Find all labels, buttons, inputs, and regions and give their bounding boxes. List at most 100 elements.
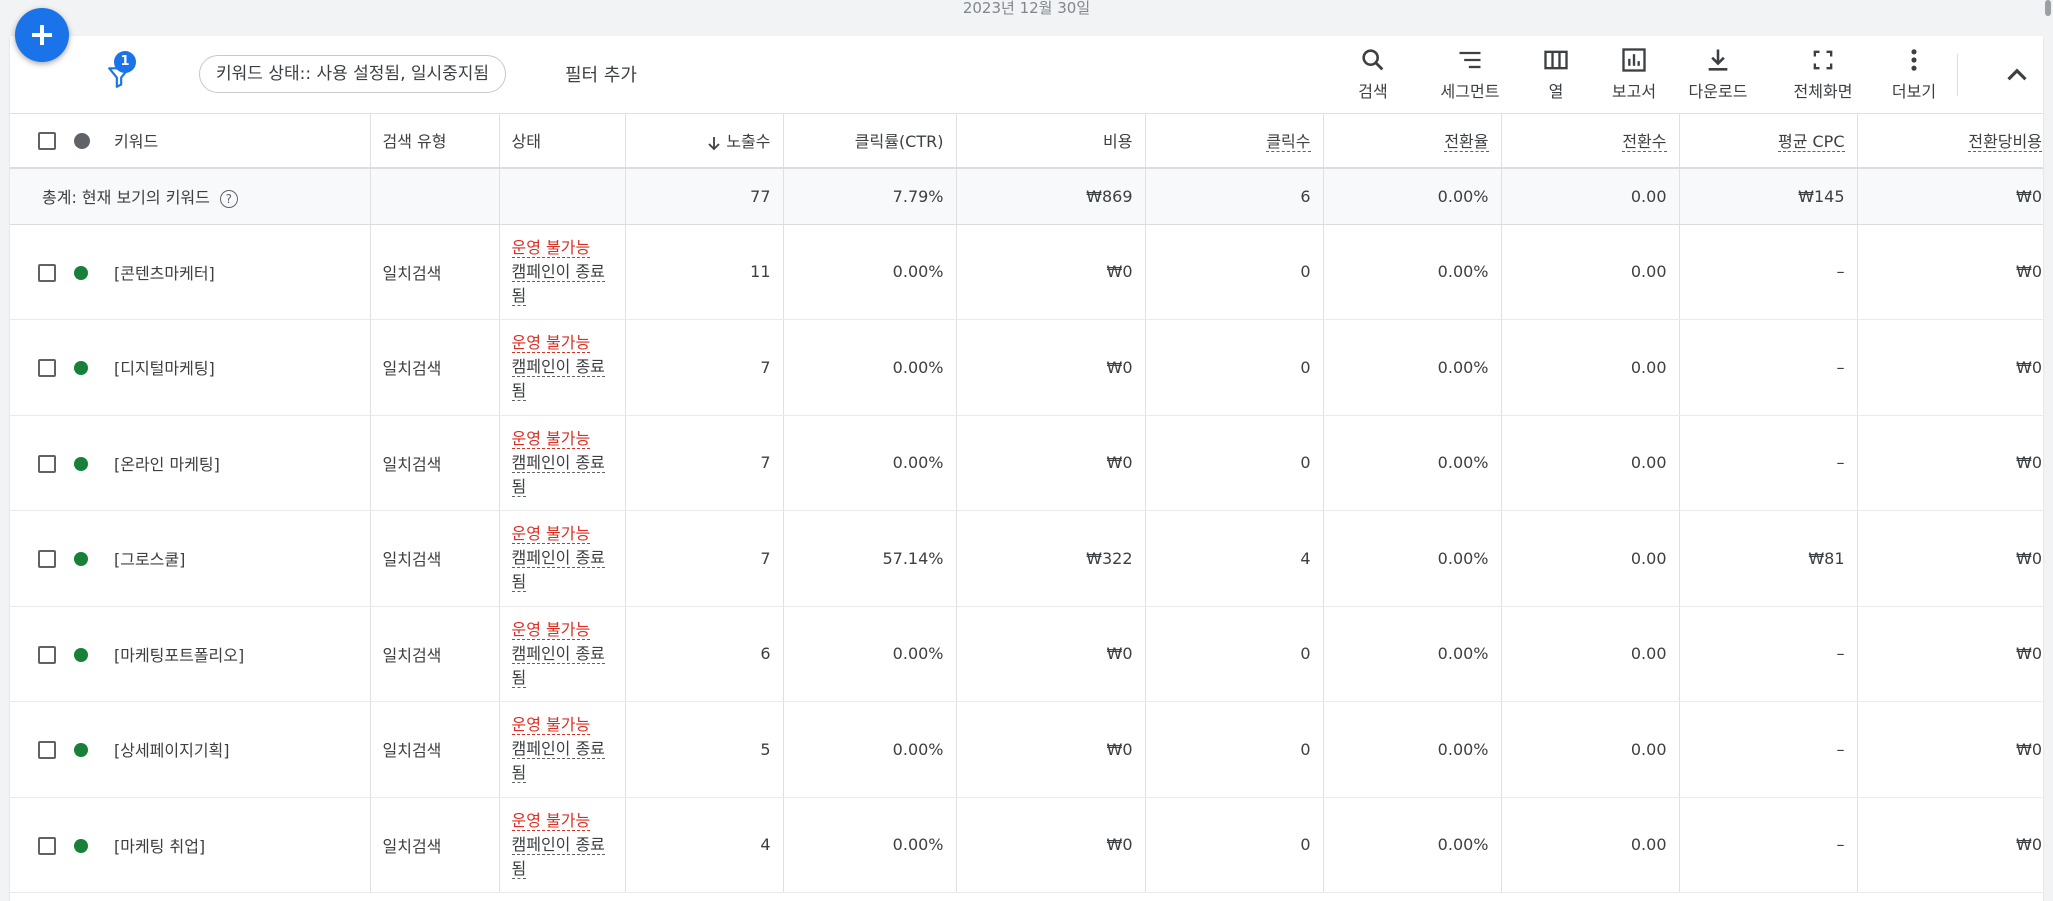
clicks-cell: 0 xyxy=(1145,319,1324,416)
status-detail[interactable]: 캠페인이 종료됨 xyxy=(511,643,605,688)
row-checkbox[interactable] xyxy=(38,645,56,664)
status-text[interactable]: 운영 불가능 xyxy=(511,333,591,354)
conversions-cell: 0.00 xyxy=(1501,415,1680,511)
segment-icon xyxy=(1459,51,1481,69)
collapse-button[interactable] xyxy=(2000,58,2034,92)
col-impressions[interactable]: 노출수 xyxy=(625,113,784,169)
conversions-cell: 0.00 xyxy=(1501,797,1680,893)
help-icon[interactable]: ? xyxy=(219,189,238,208)
status-detail[interactable]: 캠페인이 종료됨 xyxy=(511,548,605,593)
columns-button[interactable]: 열 xyxy=(1536,46,1576,102)
table-row[interactable]: [디지털마케팅] 일치검색 운영 불가능 캠페인이 종료됨 7 0.00% ₩0 0 0.00%… xyxy=(10,319,2043,416)
fullscreen-button[interactable]: 전체화면 xyxy=(1780,46,1866,102)
status-cell[interactable]: 운영 불가능캠페인이 종료됨 xyxy=(499,606,626,702)
keyword-cell[interactable]: [마케팅포트폴리오] xyxy=(102,606,371,702)
row-checkbox[interactable] xyxy=(38,836,56,855)
row-checkbox[interactable] xyxy=(38,263,56,282)
table-row[interactable]: [마케팅포트폴리오] 일치검색 운영 불가능 캠페인이 종료됨 6 0.00% ₩0 0 0.0… xyxy=(10,606,2043,702)
col-conversions[interactable]: 전환수 xyxy=(1501,113,1680,169)
keyword-cell[interactable]: [디지털마케팅] xyxy=(102,319,371,416)
col-conv-rate[interactable]: 전환율 xyxy=(1323,113,1502,169)
table-row[interactable]: [콘텐츠마케터] 일치검색 운영 불가능 캠페인이 종료됨 11 0.00% ₩0 0 0.00… xyxy=(10,224,2043,320)
status-cell[interactable]: 운영 불가능캠페인이 종료됨 xyxy=(499,415,626,511)
avg-cpc-cell: – xyxy=(1679,797,1858,893)
columns-label: 열 xyxy=(1548,82,1564,101)
table-row[interactable]: [상세페이지기획] 일치검색 운영 불가능 캠페인이 종료됨 5 0.00% ₩0 0 0.00… xyxy=(10,701,2043,798)
table-toolbar: 1 키워드 상태:: 사용 설정됨, 일시중지됨 필터 추가 검색 세그먼트 열… xyxy=(10,36,2043,114)
row-select-cell xyxy=(10,606,60,702)
select-all-checkbox[interactable] xyxy=(38,131,56,150)
table-row[interactable]: [마케팅 취업] 일치검색 운영 불가능 캠페인이 종료됨 4 0.00% ₩0 0 0.00%… xyxy=(10,797,2043,893)
page-scrollbar[interactable] xyxy=(2043,0,2053,901)
keyword-cell[interactable]: [온라인 마케팅] xyxy=(102,415,371,511)
status-text[interactable]: 운영 불가능 xyxy=(511,237,591,258)
keyword-cell[interactable]: [그로스쿨] xyxy=(102,510,371,607)
ctr-cell: 0.00% xyxy=(783,701,957,798)
cost-cell: ₩0 xyxy=(956,224,1146,320)
create-button[interactable] xyxy=(15,8,69,62)
col-status[interactable]: 상태 xyxy=(499,113,626,169)
col-keyword[interactable]: 키워드 xyxy=(102,113,371,169)
cost-per-conv-cell: ₩0 xyxy=(1857,415,2043,511)
status-detail[interactable]: 캠페인이 종료됨 xyxy=(511,261,605,306)
row-status-dot-cell xyxy=(60,224,102,320)
status-text[interactable]: 운영 불가능 xyxy=(511,524,591,545)
summary-row: 총계: 현재 보기의 키워드? 77 7.79% ₩869 6 0.00% 0.… xyxy=(10,168,2043,225)
col-clicks[interactable]: 클릭수 xyxy=(1145,113,1324,169)
report-label: 보고서 xyxy=(1611,82,1657,101)
col-ctr[interactable]: 클릭률(CTR) xyxy=(783,113,957,169)
status-text[interactable]: 운영 불가능 xyxy=(511,428,591,449)
col-match-type[interactable]: 검색 유형 xyxy=(370,113,500,169)
keyword-cell[interactable]: [마케팅 취업] xyxy=(102,797,371,893)
col-cost[interactable]: 비용 xyxy=(956,113,1146,169)
col-cost-per-conv[interactable]: 전환당비용 xyxy=(1857,113,2043,169)
status-detail[interactable]: 캠페인이 종료됨 xyxy=(511,739,605,784)
fullscreen-label: 전체화면 xyxy=(1793,82,1853,101)
status-text[interactable]: 운영 불가능 xyxy=(511,619,591,640)
summary-impressions: 77 xyxy=(625,168,784,225)
segment-button[interactable]: 세그먼트 xyxy=(1430,46,1510,102)
cost-per-conv-cell: ₩0 xyxy=(1857,319,2043,416)
row-select-cell xyxy=(10,319,60,416)
keyword-cell[interactable]: [콘텐츠마케터] xyxy=(102,224,371,320)
status-text[interactable]: 운영 불가능 xyxy=(511,715,591,736)
row-select-cell xyxy=(10,701,60,798)
status-cell[interactable]: 운영 불가능캠페인이 종료됨 xyxy=(499,797,626,893)
conv-rate-cell: 0.00% xyxy=(1323,319,1502,416)
status-cell[interactable]: 운영 불가능캠페인이 종료됨 xyxy=(499,701,626,798)
table-row[interactable]: [그로스쿨] 일치검색 운영 불가능 캠페인이 종료됨 7 57.14% ₩322 4 0.00… xyxy=(10,510,2043,607)
status-detail[interactable]: 캠페인이 종료됨 xyxy=(511,452,605,497)
download-label: 다운로드 xyxy=(1688,82,1748,101)
more-vert-icon xyxy=(1911,49,1917,71)
more-button[interactable]: 더보기 xyxy=(1886,46,1942,102)
col-avg-cpc[interactable]: 평균 CPC xyxy=(1679,113,1858,169)
search-button[interactable]: 검색 xyxy=(1345,46,1401,102)
status-dot-header-icon[interactable] xyxy=(74,133,90,149)
table-row[interactable]: [온라인 마케팅] 일치검색 운영 불가능 캠페인이 종료됨 7 0.00% ₩0 0 0.00… xyxy=(10,415,2043,511)
row-checkbox[interactable] xyxy=(38,359,56,377)
status-cell[interactable]: 운영 불가능캠페인이 종료됨 xyxy=(499,224,626,320)
status-detail[interactable]: 캠페인이 종료됨 xyxy=(511,834,605,879)
status-detail[interactable]: 캠페인이 종료됨 xyxy=(511,357,605,402)
status-text[interactable]: 운영 불가능 xyxy=(511,810,591,831)
filter-chip-keyword-status[interactable]: 키워드 상태:: 사용 설정됨, 일시중지됨 xyxy=(199,55,507,93)
match-type-cell: 일치검색 xyxy=(370,319,500,416)
cost-cell: ₩0 xyxy=(956,606,1146,702)
report-button[interactable]: 보고서 xyxy=(1606,46,1662,102)
col-clicks-label: 클릭수 xyxy=(1266,132,1311,152)
cost-per-conv-cell: ₩0 xyxy=(1857,701,2043,798)
row-select-cell xyxy=(10,510,60,607)
summary-cost: ₩869 xyxy=(956,168,1146,225)
download-button[interactable]: 다운로드 xyxy=(1682,46,1754,102)
keyword-cell[interactable]: [상세페이지기획] xyxy=(102,701,371,798)
match-type-cell: 일치검색 xyxy=(370,606,500,702)
add-filter-button[interactable]: 필터 추가 xyxy=(565,61,637,87)
row-checkbox[interactable] xyxy=(38,741,56,759)
row-checkbox[interactable] xyxy=(38,550,56,568)
status-dot-header xyxy=(60,113,102,169)
status-cell[interactable]: 운영 불가능캠페인이 종료됨 xyxy=(499,319,626,416)
row-checkbox[interactable] xyxy=(38,454,56,473)
cost-cell: ₩0 xyxy=(956,797,1146,893)
status-cell[interactable]: 운영 불가능캠페인이 종료됨 xyxy=(499,510,626,607)
conversions-cell: 0.00 xyxy=(1501,701,1680,798)
